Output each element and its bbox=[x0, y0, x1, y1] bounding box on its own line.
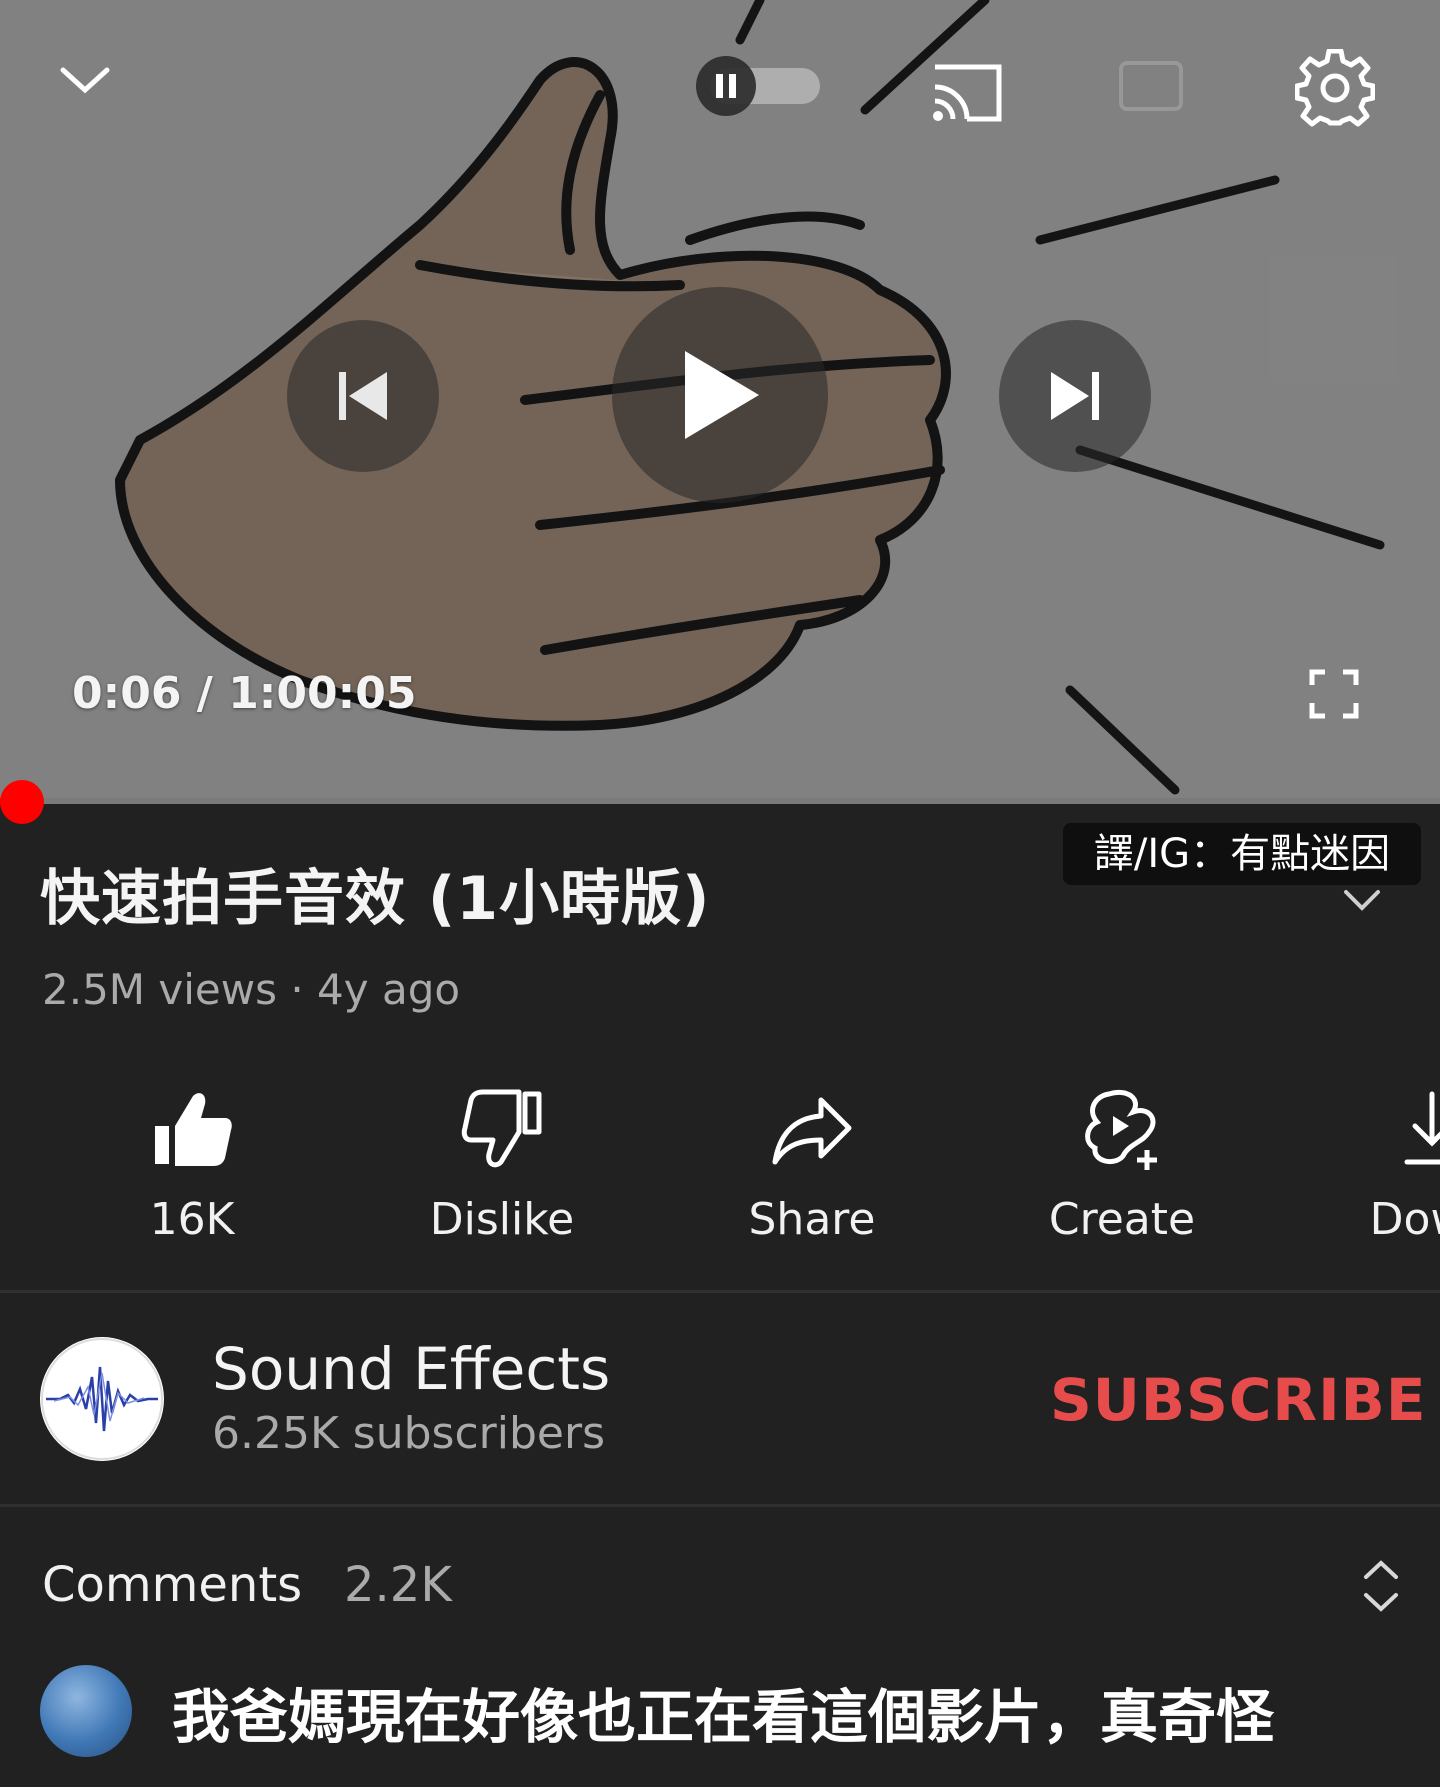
skip-next-icon[interactable] bbox=[999, 320, 1151, 472]
video-player[interactable]: 0:06 / 1:00:05 bbox=[0, 0, 1440, 800]
play-icon[interactable] bbox=[612, 287, 828, 503]
download-icon bbox=[1404, 1091, 1440, 1165]
progress-bar[interactable] bbox=[0, 780, 1440, 824]
scrubber-handle[interactable] bbox=[0, 780, 44, 824]
download-button[interactable]: Down bbox=[1312, 1070, 1440, 1260]
subscribe-button[interactable]: SUBSCRIBE bbox=[1050, 1366, 1426, 1434]
gear-icon[interactable] bbox=[1290, 44, 1380, 134]
cast-icon[interactable] bbox=[920, 50, 1010, 130]
subscriber-count: 6.25K subscribers bbox=[212, 1408, 605, 1459]
divider bbox=[0, 1290, 1440, 1293]
create-icon bbox=[1085, 1090, 1157, 1170]
video-meta[interactable]: 2.5M views · 4y ago bbox=[42, 965, 460, 1014]
comments-heading[interactable]: Comments bbox=[42, 1557, 302, 1613]
video-title[interactable]: 快速拍手音效 (1小時版) bbox=[40, 850, 710, 937]
channel-avatar[interactable] bbox=[40, 1337, 164, 1461]
create-label: Create bbox=[1048, 1194, 1196, 1245]
chevron-down-icon[interactable] bbox=[1340, 880, 1384, 920]
comments-count: 2.2K bbox=[344, 1557, 452, 1613]
commenter-avatar[interactable] bbox=[40, 1665, 132, 1757]
skip-previous-icon[interactable] bbox=[287, 320, 439, 472]
time-display: 0:06 / 1:00:05 bbox=[72, 668, 416, 719]
create-button[interactable]: Create bbox=[1002, 1070, 1242, 1260]
chevron-down-icon[interactable] bbox=[50, 50, 120, 110]
current-time: 0:06 bbox=[72, 668, 182, 719]
duration: 1:00:05 bbox=[228, 668, 417, 719]
watermark: 譯/IG：有點迷因 bbox=[1063, 823, 1421, 885]
download-label: Down bbox=[1369, 1194, 1440, 1245]
fullscreen-icon[interactable] bbox=[1306, 666, 1362, 722]
cc-icon[interactable] bbox=[1116, 56, 1186, 116]
like-button[interactable]: 16K bbox=[72, 1070, 312, 1260]
action-row: 16K Dislike Share Create Do bbox=[0, 1070, 1440, 1260]
dislike-button[interactable]: Dislike bbox=[382, 1070, 622, 1260]
expand-collapse-icon[interactable] bbox=[1356, 1555, 1406, 1617]
divider bbox=[0, 1504, 1440, 1507]
thumbs-up-icon bbox=[155, 1093, 232, 1166]
share-label: Share bbox=[748, 1194, 876, 1245]
thumbs-down-icon bbox=[461, 1089, 542, 1168]
time-separator: / bbox=[196, 668, 213, 719]
comment-text: 我爸媽現在好像也正在看這個影片，真奇怪 bbox=[172, 1683, 1275, 1751]
autoplay-toggle[interactable] bbox=[690, 56, 826, 116]
share-icon bbox=[772, 1097, 852, 1165]
share-button[interactable]: Share bbox=[692, 1070, 932, 1260]
like-count: 16K bbox=[149, 1194, 235, 1245]
dislike-label: Dislike bbox=[429, 1194, 575, 1245]
channel-name[interactable]: Sound Effects bbox=[212, 1335, 610, 1403]
